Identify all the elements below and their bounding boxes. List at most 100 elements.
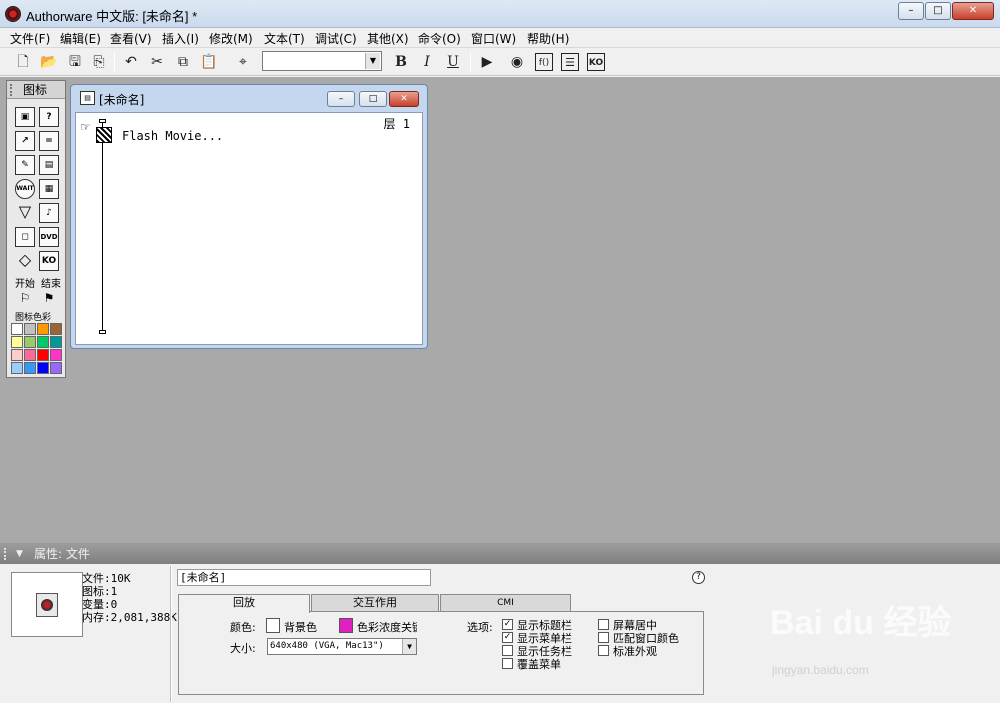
color-swatch[interactable] <box>24 336 36 348</box>
color-swatch[interactable] <box>37 336 49 348</box>
color-swatch[interactable] <box>24 349 36 361</box>
options-label: 选项: <box>467 621 493 634</box>
color-swatch[interactable] <box>11 336 23 348</box>
color-swatch[interactable] <box>37 349 49 361</box>
size-select-value: 640x480 (VGA, Mac13") <box>270 641 384 651</box>
background-color-swatch[interactable] <box>266 618 280 633</box>
color-swatch[interactable] <box>11 323 23 335</box>
color-swatch[interactable] <box>37 323 49 335</box>
menu-debug[interactable]: 调试(C) <box>313 30 359 47</box>
center-on-screen-checkbox[interactable] <box>598 619 609 630</box>
color-swatch[interactable] <box>50 336 62 348</box>
flowline-canvas[interactable]: ☞ Flash Movie... 层 1 <box>75 112 423 345</box>
menu-file[interactable]: 文件(F) <box>8 30 52 47</box>
find-icon[interactable]: ⌖ <box>234 53 252 71</box>
knowledge-object-icon[interactable]: KO <box>39 251 59 271</box>
wait-icon[interactable]: WAIT <box>15 179 35 199</box>
design-close-button[interactable]: ✕ <box>389 91 419 107</box>
start-flag-icon[interactable]: ⚐ <box>15 289 35 309</box>
menu-edit[interactable]: 编辑(E) <box>58 30 103 47</box>
color-swatch[interactable] <box>24 323 36 335</box>
file-name-field[interactable]: [未命名] <box>177 569 431 586</box>
cut-icon[interactable]: ✂ <box>148 53 166 71</box>
menu-help[interactable]: 帮助(H) <box>525 30 571 47</box>
menu-insert[interactable]: 插入(I) <box>160 30 201 47</box>
open-icon[interactable]: 📂 <box>40 53 58 71</box>
decision-icon[interactable]: ◇ <box>15 251 35 271</box>
standard-appearance-checkbox[interactable] <box>598 645 609 656</box>
close-button[interactable]: ✕ <box>952 2 994 20</box>
show-title-bar-checkbox[interactable]: ✓ <box>502 619 513 630</box>
new-icon[interactable]: 🗋 <box>14 53 32 71</box>
grip-icon[interactable] <box>4 548 10 560</box>
menu-other[interactable]: 其他(X) <box>365 30 411 47</box>
color-swatch[interactable] <box>50 349 62 361</box>
import-icon[interactable]: ⎘ <box>90 53 108 71</box>
color-swatch[interactable] <box>50 323 62 335</box>
calculation-icon[interactable]: = <box>39 131 59 151</box>
color-swatch[interactable] <box>24 362 36 374</box>
divider <box>170 566 172 702</box>
layer-label: 层 1 <box>383 117 410 131</box>
help-icon[interactable]: ? <box>692 571 705 584</box>
motion-icon[interactable]: ↗ <box>15 131 35 151</box>
framework-icon[interactable]: ◻ <box>15 227 35 247</box>
video-icon[interactable]: DVD <box>39 227 59 247</box>
chevron-down-icon[interactable]: ▼ <box>365 53 380 69</box>
map-icon[interactable]: ▤ <box>39 155 59 175</box>
menu-commands[interactable]: 命令(O) <box>416 30 463 47</box>
display-icon[interactable]: ▣ <box>15 107 35 127</box>
match-window-color-checkbox[interactable] <box>598 632 609 643</box>
menu-window[interactable]: 窗口(W) <box>469 30 518 47</box>
functions-icon[interactable]: f() <box>535 53 553 71</box>
font-select[interactable]: ▼ <box>262 51 382 71</box>
color-swatch[interactable] <box>11 362 23 374</box>
show-taskbar-checkbox[interactable] <box>502 645 513 656</box>
color-swatch[interactable] <box>11 349 23 361</box>
menu-view[interactable]: 查看(V) <box>108 30 154 47</box>
run-icon[interactable]: ▶ <box>478 53 496 71</box>
paste-hand-icon: ☞ <box>80 120 91 134</box>
paste-icon[interactable]: 📋 <box>200 53 218 71</box>
italic-icon[interactable]: I <box>418 53 436 71</box>
overlay-menu-label: 覆盖菜单 <box>517 658 561 671</box>
variables-icon[interactable]: ☰ <box>561 53 579 71</box>
bold-icon[interactable]: B <box>392 53 410 71</box>
control-panel-icon[interactable]: ◉ <box>508 53 526 71</box>
sound-icon[interactable]: ♪ <box>39 203 59 223</box>
maximize-button[interactable]: □ <box>925 2 951 20</box>
tab-cmi[interactable]: CMI <box>440 594 571 612</box>
tab-playback[interactable]: 回放 <box>178 594 310 613</box>
chroma-key-swatch[interactable] <box>339 618 353 633</box>
show-menu-bar-checkbox[interactable]: ✓ <box>502 632 513 643</box>
flowline-end-cap <box>99 330 106 334</box>
grip-icon[interactable] <box>10 84 18 96</box>
flash-movie-icon[interactable] <box>96 127 112 143</box>
end-flag-icon[interactable]: ⚑ <box>39 289 59 309</box>
interaction-icon[interactable]: ? <box>39 107 59 127</box>
erase-icon[interactable]: ✎ <box>15 155 35 175</box>
chevron-down-icon[interactable]: ▼ <box>402 639 416 654</box>
underline-icon[interactable]: U <box>444 53 462 71</box>
collapse-triangle-icon[interactable]: ▼ <box>16 544 23 564</box>
knowledge-objects-icon[interactable]: KO <box>587 53 605 71</box>
flash-movie-label[interactable]: Flash Movie... <box>122 129 223 143</box>
design-minimize-button[interactable]: – <box>327 91 355 107</box>
digital-movie-icon[interactable]: ▦ <box>39 179 59 199</box>
menu-modify[interactable]: 修改(M) <box>207 30 255 47</box>
save-all-icon[interactable]: 🖫 <box>66 53 84 71</box>
minimize-button[interactable]: – <box>898 2 924 20</box>
design-window-title: [未命名] <box>99 93 145 107</box>
navigate-icon[interactable]: ▽ <box>15 203 35 223</box>
file-thumbnail <box>11 572 83 637</box>
tab-interaction[interactable]: 交互作用 <box>311 594 439 612</box>
copy-icon[interactable]: ⧉ <box>174 53 192 71</box>
color-swatch[interactable] <box>50 362 62 374</box>
overlay-menu-checkbox[interactable] <box>502 658 513 669</box>
undo-icon[interactable]: ↶ <box>122 53 140 71</box>
size-select[interactable]: 640x480 (VGA, Mac13") ▼ <box>267 638 417 655</box>
design-maximize-button[interactable]: □ <box>359 91 387 107</box>
color-swatch[interactable] <box>37 362 49 374</box>
menu-text[interactable]: 文本(T) <box>262 30 307 47</box>
properties-header[interactable]: ▼ 属性: 文件 <box>0 544 1000 564</box>
